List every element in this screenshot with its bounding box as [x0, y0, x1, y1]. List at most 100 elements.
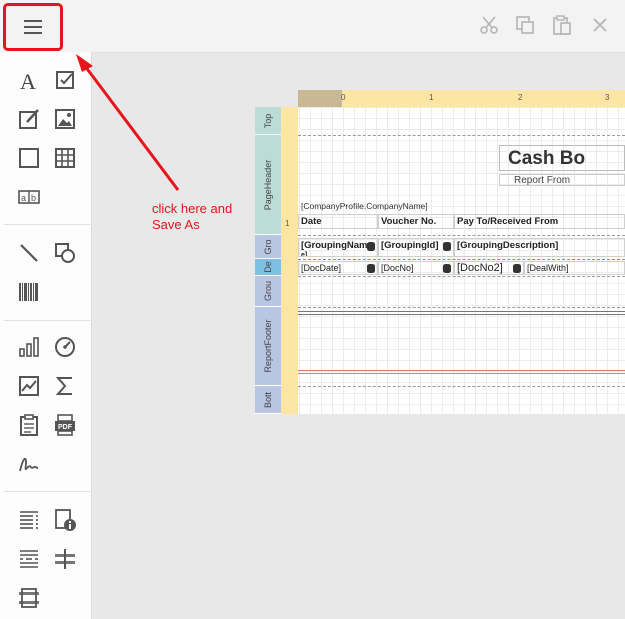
report-design-surface[interactable]: 0 1 2 3 Top PageHeader Gro De Grou Repor… [255, 90, 625, 414]
deal-with-field[interactable]: [DealWith] [524, 261, 625, 275]
svg-text:PDF: PDF [58, 424, 73, 431]
cross-band-box-tool[interactable] [17, 586, 41, 610]
company-name-field[interactable]: [CompanyProfile.CompanyName] [298, 199, 508, 213]
barcode-tool[interactable] [17, 280, 41, 304]
footer-line [298, 314, 625, 315]
hamburger-menu-icon [24, 20, 42, 34]
database-icon [443, 242, 451, 251]
svg-text:a: a [21, 193, 26, 203]
header-pay-to[interactable]: Pay To/Received From [454, 214, 625, 229]
subreport-tool[interactable] [17, 413, 41, 437]
doc-no-text: [DocNo] [381, 263, 414, 273]
header-date[interactable]: Date [298, 214, 378, 229]
page-break-icon [20, 550, 38, 568]
band-bottom-margin[interactable]: Bott [255, 386, 281, 414]
character-comb-tool[interactable]: a b [17, 185, 41, 209]
band-group-footer[interactable]: Grou [255, 276, 281, 307]
doc-no2-field[interactable]: [DocNo2] [454, 261, 524, 275]
group-name-field[interactable]: [GroupingNam e] [298, 238, 378, 257]
cross-band-box-icon [19, 588, 39, 608]
signature-tool[interactable] [17, 452, 41, 476]
table-icon [55, 148, 75, 168]
gauge-tool[interactable] [53, 335, 77, 359]
svg-text:A: A [20, 69, 36, 92]
band-label: Bott [263, 391, 273, 408]
doc-date-field[interactable]: [DocDate] [298, 261, 378, 275]
pdf-content-icon: PDF [55, 414, 75, 436]
shape-tool[interactable] [53, 241, 77, 265]
report-subtitle[interactable]: Report From [499, 174, 625, 186]
band-separator [298, 276, 625, 277]
group-id-field[interactable]: [GroupingId] [378, 238, 454, 257]
page-break-tool[interactable] [17, 547, 41, 571]
band-label: Top [263, 113, 273, 128]
label-tool[interactable]: A [17, 68, 41, 92]
ruler-mark: 1 [429, 93, 434, 102]
barcode-icon [19, 283, 38, 301]
table-tool[interactable] [53, 146, 77, 170]
label-icon: A [20, 69, 36, 92]
band-label: Grou [263, 280, 273, 302]
picture-box-tool[interactable] [53, 107, 77, 131]
checkbox-tool[interactable] [53, 68, 77, 92]
band-separator [298, 259, 625, 260]
line-tool[interactable] [17, 241, 41, 265]
doc-no2-text: [DocNo2] [457, 262, 503, 274]
cross-band-line-tool[interactable] [53, 547, 77, 571]
annotation-text: click here and Save As [152, 201, 232, 233]
ruler-mark: 2 [518, 93, 523, 102]
vertical-ruler: 1 [281, 107, 298, 414]
band-page-header[interactable]: PageHeader [255, 135, 281, 235]
toolbox-separator [4, 320, 90, 321]
main-menu-button[interactable] [3, 3, 63, 51]
page-info-icon [55, 509, 76, 531]
band-report-footer[interactable]: ReportFooter [255, 307, 281, 386]
cross-band-line-icon [55, 549, 75, 569]
band-label: Gro [263, 238, 273, 255]
chart-icon [19, 337, 39, 357]
paste-button[interactable] [551, 14, 573, 36]
cut-button[interactable] [478, 14, 500, 36]
line-icon [20, 244, 38, 262]
report-title[interactable]: Cash Bo [499, 145, 625, 171]
header-voucher-no[interactable]: Voucher No. [378, 214, 454, 229]
summary-tool[interactable] [53, 374, 77, 398]
sparkline-icon [19, 376, 39, 396]
database-icon [443, 264, 451, 273]
page-info-tool[interactable] [53, 508, 77, 532]
ruler-mark: 1 [285, 219, 290, 228]
svg-text:b: b [31, 193, 36, 203]
group-name-text: [GroupingNam [301, 240, 368, 251]
chart-tool[interactable] [17, 335, 41, 359]
table-of-contents-tool[interactable] [17, 508, 41, 532]
doc-no-field[interactable]: [DocNo] [378, 261, 454, 275]
sparkline-tool[interactable] [17, 374, 41, 398]
delete-icon [593, 18, 607, 32]
panel-tool[interactable] [17, 146, 41, 170]
annotation-line: click here and [152, 201, 233, 216]
shape-icon [55, 243, 75, 263]
group-id-text: [GroupingId] [381, 240, 439, 251]
character-comb-icon: a b [18, 190, 40, 204]
horizontal-ruler: 0 1 2 3 [298, 90, 625, 108]
doc-date-text: [DocDate] [301, 263, 342, 273]
picture-box-icon [55, 109, 75, 129]
band-top-margin[interactable]: Top [255, 107, 281, 135]
band-group-header[interactable]: Gro [255, 235, 281, 259]
group-description-field[interactable]: [GroupingDescription] [454, 238, 625, 257]
footer-red-line [298, 373, 625, 374]
report-canvas[interactable]: Cash Bo Report From [CompanyProfile.Comp… [298, 107, 625, 414]
copy-button[interactable] [514, 14, 536, 36]
band-detail[interactable]: De [255, 259, 281, 276]
toolbox-separator [4, 491, 90, 492]
band-separator [298, 235, 625, 236]
database-icon [513, 264, 521, 273]
gauge-icon [55, 337, 75, 357]
table-of-contents-icon [20, 511, 38, 529]
top-toolbar [0, 0, 625, 53]
pdf-content-tool[interactable]: PDF [53, 413, 77, 437]
summary-icon [55, 377, 72, 395]
subreport-icon [20, 414, 38, 436]
rich-text-tool[interactable] [17, 107, 41, 131]
delete-button[interactable] [589, 14, 611, 36]
